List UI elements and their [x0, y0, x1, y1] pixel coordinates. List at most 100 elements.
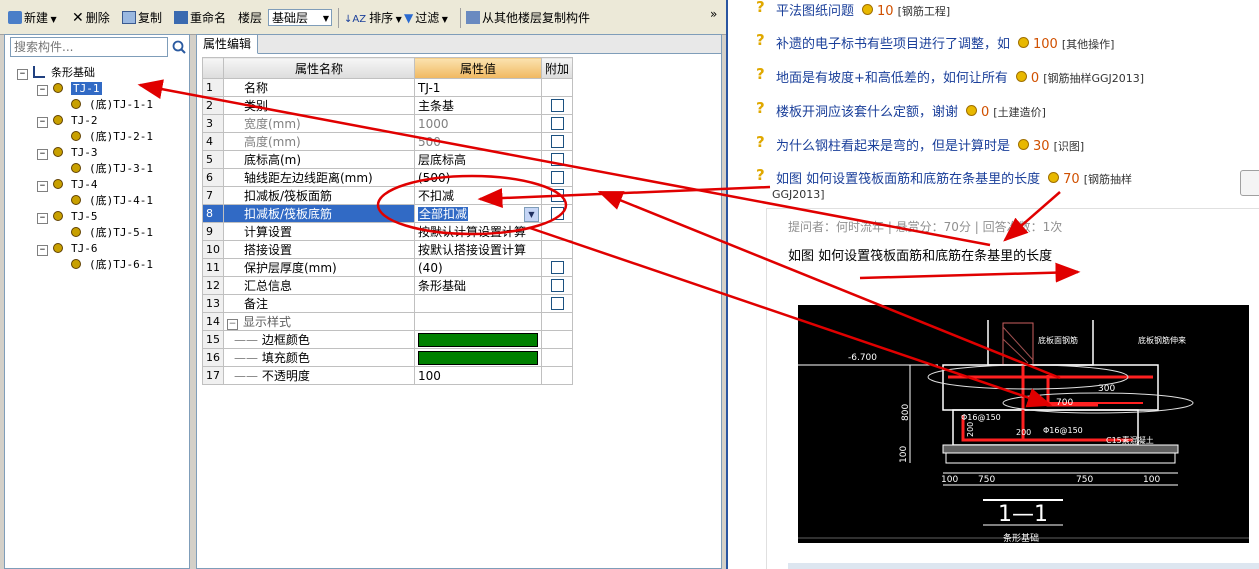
- tree-subitem[interactable]: (底)TJ-6-1: [71, 257, 153, 273]
- property-value[interactable]: (40): [414, 258, 542, 277]
- property-value[interactable]: [414, 294, 542, 313]
- property-value[interactable]: 100: [414, 366, 542, 385]
- color-swatch[interactable]: [418, 351, 538, 365]
- new-button[interactable]: 新建 ▼: [8, 10, 57, 26]
- extra-checkbox[interactable]: [550, 188, 564, 202]
- property-value[interactable]: 500: [414, 132, 542, 151]
- copy-from-floor-button[interactable]: 从其他楼层复制构件: [466, 10, 590, 26]
- extra-checkbox[interactable]: [550, 116, 564, 130]
- property-row[interactable]: 4 高度(mm) 500: [202, 132, 574, 151]
- property-value[interactable]: (500): [414, 168, 542, 187]
- rename-button[interactable]: 重命名: [174, 10, 226, 26]
- filter-button[interactable]: ▼ 过滤 ▼: [404, 10, 448, 26]
- tree-subitem[interactable]: (底)TJ-5-1: [71, 225, 153, 241]
- copy-button[interactable]: 复制: [122, 10, 162, 26]
- tree-item[interactable]: − TJ-3: [37, 145, 98, 161]
- tree-item[interactable]: − TJ-2: [37, 113, 98, 129]
- color-swatch[interactable]: [418, 333, 538, 347]
- question-category[interactable]: GGJ2013]: [772, 188, 825, 201]
- delete-button[interactable]: ✕ 删除: [72, 10, 110, 26]
- property-row[interactable]: 10 搭接设置 按默认搭接设置计算: [202, 240, 574, 259]
- property-value[interactable]: 不扣减: [414, 186, 542, 205]
- property-value[interactable]: 层底标高: [414, 150, 542, 169]
- tree-item[interactable]: − TJ-4: [37, 177, 98, 193]
- extra-checkbox[interactable]: [550, 260, 564, 274]
- question-item[interactable]: ? 楼板开洞应该套什么定额，谢谢 0 [土建造价]: [756, 99, 1046, 120]
- collapse-icon[interactable]: −: [37, 213, 48, 224]
- question-item[interactable]: ? 平法图纸问题 10 [钢筋工程]: [756, 0, 950, 19]
- question-item[interactable]: ? 如图 如何设置筏板面筋和底筋在条基里的长度 70 [钢筋抽样: [756, 166, 1132, 187]
- property-row[interactable]: 17 —— 不透明度 100: [202, 366, 574, 385]
- property-row[interactable]: 3 宽度(mm) 1000: [202, 114, 574, 133]
- extra-checkbox[interactable]: [550, 152, 564, 166]
- search-button[interactable]: [170, 37, 188, 57]
- delete-icon: ✕: [72, 10, 84, 26]
- property-value[interactable]: 按默认搭接设置计算: [414, 240, 542, 259]
- component-icon: [53, 115, 63, 125]
- coin-icon: [1015, 71, 1027, 82]
- tree-subitem[interactable]: (底)TJ-3-1: [71, 161, 153, 177]
- extra-checkbox[interactable]: [550, 98, 564, 112]
- extra-checkbox[interactable]: [550, 206, 564, 220]
- property-value[interactable]: 1000: [414, 114, 542, 133]
- question-item[interactable]: ? 为什么钢柱看起来是弯的，但是计算时是 30 [识图]: [756, 133, 1084, 154]
- property-value[interactable]: 条形基础: [414, 276, 542, 295]
- chevron-down-icon[interactable]: ▼: [524, 207, 539, 222]
- extra-checkbox[interactable]: [550, 134, 564, 148]
- tree-item[interactable]: − TJ-6: [37, 241, 98, 257]
- floor-select[interactable]: 基础层 ▼: [268, 9, 332, 26]
- component-icon: [71, 131, 81, 141]
- property-value[interactable]: [414, 312, 542, 331]
- new-icon: [8, 11, 22, 24]
- property-row[interactable]: 12 汇总信息 条形基础: [202, 276, 574, 295]
- tree-root[interactable]: − 条形基础: [17, 65, 95, 81]
- property-value[interactable]: 按默认计算设置计算: [414, 222, 542, 241]
- property-row[interactable]: 13 备注: [202, 294, 574, 313]
- header-extra[interactable]: 附加: [540, 57, 574, 79]
- cad-drawing-image: -6.700 底板面钢筋 底板钢筋伸来 800 100 300 700 Φ16@…: [798, 305, 1249, 543]
- property-value[interactable]: TJ-1: [414, 78, 542, 97]
- property-row[interactable]: 9 计算设置 按默认计算设置计算: [202, 222, 574, 241]
- cad-rebar-label: Φ16@150: [961, 413, 1001, 422]
- tree-subitem[interactable]: (底)TJ-1-1: [71, 97, 153, 113]
- tree-subitem[interactable]: (底)TJ-2-1: [71, 129, 153, 145]
- collapse-icon[interactable]: −: [37, 149, 48, 160]
- property-row[interactable]: 6 轴线距左边线距离(mm) (500): [202, 168, 574, 187]
- property-row[interactable]: 15 —— 边框颜色: [202, 330, 574, 349]
- question-item[interactable]: ? 地面是有坡度+和高低差的，如何让所有 0 [钢筋抽样GGJ2013]: [756, 65, 1144, 86]
- extra-checkbox[interactable]: [550, 170, 564, 184]
- property-value[interactable]: [414, 330, 542, 349]
- search-input[interactable]: [10, 37, 168, 57]
- tree-subitem[interactable]: (底)TJ-4-1: [71, 193, 153, 209]
- property-value[interactable]: [414, 348, 542, 367]
- tab-property-edit[interactable]: 属性编辑: [197, 35, 258, 54]
- property-row[interactable]: 7 扣减板/筏板面筋 不扣减: [202, 186, 574, 205]
- property-row[interactable]: 8 扣减板/筏板底筋 全部扣减 ▼: [202, 204, 574, 223]
- property-row[interactable]: 14− 显示样式: [202, 312, 574, 331]
- property-row[interactable]: 2 类别 主条基: [202, 96, 574, 115]
- tree-item[interactable]: − TJ-1: [37, 81, 102, 97]
- property-value-select[interactable]: 全部扣减 ▼: [414, 204, 542, 223]
- property-row[interactable]: 16 —— 填充颜色: [202, 348, 574, 367]
- foundation-icon: [33, 66, 45, 78]
- property-row[interactable]: 5 底标高(m) 层底标高: [202, 150, 574, 169]
- extra-checkbox[interactable]: [550, 278, 564, 292]
- property-row[interactable]: 1 名称 TJ-1: [202, 78, 574, 97]
- property-value[interactable]: 主条基: [414, 96, 542, 115]
- header-property-value[interactable]: 属性值: [414, 57, 542, 79]
- extra-checkbox[interactable]: [550, 296, 564, 310]
- tree-item[interactable]: − TJ-5: [37, 209, 98, 225]
- toolbar-overflow-button[interactable]: »: [710, 6, 717, 22]
- collapse-icon[interactable]: −: [227, 319, 238, 330]
- property-row[interactable]: 11 保护层厚度(mm) (40): [202, 258, 574, 277]
- collapse-icon[interactable]: −: [37, 245, 48, 256]
- collapse-icon[interactable]: −: [37, 181, 48, 192]
- sort-button[interactable]: ↓AZ 排序 ▼: [344, 10, 402, 26]
- side-button[interactable]: [1240, 170, 1259, 196]
- collapse-icon[interactable]: −: [37, 117, 48, 128]
- collapse-icon[interactable]: −: [17, 69, 28, 80]
- cad-elevation-label: -6.700: [848, 353, 877, 363]
- question-item[interactable]: ? 补遗的电子标书有些项目进行了调整，如 100 [其他操作]: [756, 31, 1114, 52]
- collapse-icon[interactable]: −: [37, 85, 48, 96]
- header-property-name[interactable]: 属性名称: [223, 57, 415, 79]
